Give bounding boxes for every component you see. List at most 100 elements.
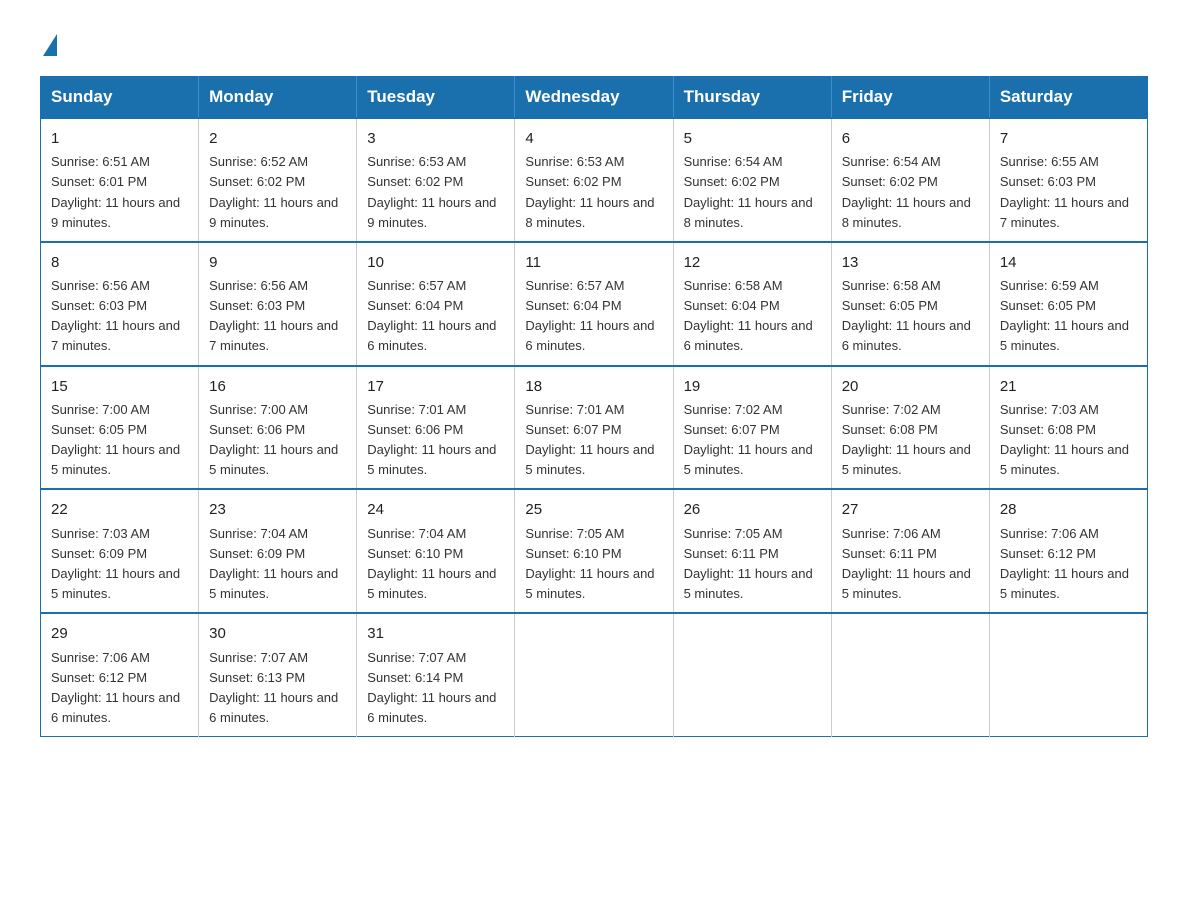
day-number: 17 (367, 375, 504, 398)
calendar-day-cell: 19 Sunrise: 7:02 AMSunset: 6:07 PMDaylig… (673, 366, 831, 490)
day-number: 9 (209, 251, 346, 274)
weekday-header-tuesday: Tuesday (357, 77, 515, 119)
calendar-day-cell: 7 Sunrise: 6:55 AMSunset: 6:03 PMDayligh… (989, 118, 1147, 242)
day-info: Sunrise: 7:07 AMSunset: 6:13 PMDaylight:… (209, 648, 346, 729)
calendar-day-cell (515, 613, 673, 736)
calendar-day-cell: 20 Sunrise: 7:02 AMSunset: 6:08 PMDaylig… (831, 366, 989, 490)
calendar-day-cell: 9 Sunrise: 6:56 AMSunset: 6:03 PMDayligh… (199, 242, 357, 366)
calendar-day-cell: 12 Sunrise: 6:58 AMSunset: 6:04 PMDaylig… (673, 242, 831, 366)
day-info: Sunrise: 6:55 AMSunset: 6:03 PMDaylight:… (1000, 152, 1137, 233)
day-number: 4 (525, 127, 662, 150)
calendar-day-cell: 13 Sunrise: 6:58 AMSunset: 6:05 PMDaylig… (831, 242, 989, 366)
calendar-day-cell: 5 Sunrise: 6:54 AMSunset: 6:02 PMDayligh… (673, 118, 831, 242)
day-number: 15 (51, 375, 188, 398)
calendar-day-cell: 22 Sunrise: 7:03 AMSunset: 6:09 PMDaylig… (41, 489, 199, 613)
day-info: Sunrise: 7:01 AMSunset: 6:07 PMDaylight:… (525, 400, 662, 481)
calendar-day-cell: 29 Sunrise: 7:06 AMSunset: 6:12 PMDaylig… (41, 613, 199, 736)
day-number: 3 (367, 127, 504, 150)
calendar-day-cell: 26 Sunrise: 7:05 AMSunset: 6:11 PMDaylig… (673, 489, 831, 613)
day-number: 25 (525, 498, 662, 521)
day-number: 2 (209, 127, 346, 150)
day-number: 30 (209, 622, 346, 645)
day-info: Sunrise: 6:58 AMSunset: 6:05 PMDaylight:… (842, 276, 979, 357)
calendar-day-cell: 18 Sunrise: 7:01 AMSunset: 6:07 PMDaylig… (515, 366, 673, 490)
day-number: 13 (842, 251, 979, 274)
day-number: 31 (367, 622, 504, 645)
calendar-day-cell: 3 Sunrise: 6:53 AMSunset: 6:02 PMDayligh… (357, 118, 515, 242)
calendar-day-cell (673, 613, 831, 736)
calendar-table: SundayMondayTuesdayWednesdayThursdayFrid… (40, 76, 1148, 737)
day-number: 22 (51, 498, 188, 521)
calendar-week-row: 8 Sunrise: 6:56 AMSunset: 6:03 PMDayligh… (41, 242, 1148, 366)
day-info: Sunrise: 7:03 AMSunset: 6:08 PMDaylight:… (1000, 400, 1137, 481)
day-info: Sunrise: 7:06 AMSunset: 6:12 PMDaylight:… (51, 648, 188, 729)
page-header (40, 30, 1148, 56)
day-info: Sunrise: 7:06 AMSunset: 6:11 PMDaylight:… (842, 524, 979, 605)
day-info: Sunrise: 7:02 AMSunset: 6:07 PMDaylight:… (684, 400, 821, 481)
logo (40, 30, 57, 56)
day-info: Sunrise: 7:04 AMSunset: 6:10 PMDaylight:… (367, 524, 504, 605)
calendar-week-row: 29 Sunrise: 7:06 AMSunset: 6:12 PMDaylig… (41, 613, 1148, 736)
calendar-day-cell: 6 Sunrise: 6:54 AMSunset: 6:02 PMDayligh… (831, 118, 989, 242)
calendar-day-cell: 17 Sunrise: 7:01 AMSunset: 6:06 PMDaylig… (357, 366, 515, 490)
day-info: Sunrise: 7:05 AMSunset: 6:10 PMDaylight:… (525, 524, 662, 605)
day-info: Sunrise: 6:51 AMSunset: 6:01 PMDaylight:… (51, 152, 188, 233)
day-info: Sunrise: 6:56 AMSunset: 6:03 PMDaylight:… (51, 276, 188, 357)
weekday-header-saturday: Saturday (989, 77, 1147, 119)
calendar-day-cell: 2 Sunrise: 6:52 AMSunset: 6:02 PMDayligh… (199, 118, 357, 242)
day-number: 21 (1000, 375, 1137, 398)
day-number: 11 (525, 251, 662, 274)
weekday-header-monday: Monday (199, 77, 357, 119)
day-info: Sunrise: 6:57 AMSunset: 6:04 PMDaylight:… (367, 276, 504, 357)
weekday-header-row: SundayMondayTuesdayWednesdayThursdayFrid… (41, 77, 1148, 119)
day-info: Sunrise: 7:07 AMSunset: 6:14 PMDaylight:… (367, 648, 504, 729)
weekday-header-sunday: Sunday (41, 77, 199, 119)
day-info: Sunrise: 6:52 AMSunset: 6:02 PMDaylight:… (209, 152, 346, 233)
day-number: 7 (1000, 127, 1137, 150)
day-number: 29 (51, 622, 188, 645)
weekday-header-thursday: Thursday (673, 77, 831, 119)
calendar-day-cell: 16 Sunrise: 7:00 AMSunset: 6:06 PMDaylig… (199, 366, 357, 490)
logo-triangle-icon (43, 34, 57, 56)
day-info: Sunrise: 7:01 AMSunset: 6:06 PMDaylight:… (367, 400, 504, 481)
calendar-day-cell: 28 Sunrise: 7:06 AMSunset: 6:12 PMDaylig… (989, 489, 1147, 613)
day-info: Sunrise: 6:59 AMSunset: 6:05 PMDaylight:… (1000, 276, 1137, 357)
calendar-day-cell: 8 Sunrise: 6:56 AMSunset: 6:03 PMDayligh… (41, 242, 199, 366)
calendar-day-cell: 11 Sunrise: 6:57 AMSunset: 6:04 PMDaylig… (515, 242, 673, 366)
day-number: 1 (51, 127, 188, 150)
day-number: 16 (209, 375, 346, 398)
day-number: 10 (367, 251, 504, 274)
day-info: Sunrise: 6:54 AMSunset: 6:02 PMDaylight:… (842, 152, 979, 233)
day-number: 18 (525, 375, 662, 398)
calendar-day-cell (989, 613, 1147, 736)
calendar-week-row: 15 Sunrise: 7:00 AMSunset: 6:05 PMDaylig… (41, 366, 1148, 490)
calendar-day-cell: 31 Sunrise: 7:07 AMSunset: 6:14 PMDaylig… (357, 613, 515, 736)
calendar-day-cell: 10 Sunrise: 6:57 AMSunset: 6:04 PMDaylig… (357, 242, 515, 366)
calendar-day-cell: 27 Sunrise: 7:06 AMSunset: 6:11 PMDaylig… (831, 489, 989, 613)
day-info: Sunrise: 6:53 AMSunset: 6:02 PMDaylight:… (525, 152, 662, 233)
day-info: Sunrise: 7:02 AMSunset: 6:08 PMDaylight:… (842, 400, 979, 481)
calendar-day-cell (831, 613, 989, 736)
calendar-day-cell: 23 Sunrise: 7:04 AMSunset: 6:09 PMDaylig… (199, 489, 357, 613)
day-number: 23 (209, 498, 346, 521)
day-info: Sunrise: 6:57 AMSunset: 6:04 PMDaylight:… (525, 276, 662, 357)
calendar-day-cell: 30 Sunrise: 7:07 AMSunset: 6:13 PMDaylig… (199, 613, 357, 736)
day-info: Sunrise: 6:54 AMSunset: 6:02 PMDaylight:… (684, 152, 821, 233)
calendar-day-cell: 14 Sunrise: 6:59 AMSunset: 6:05 PMDaylig… (989, 242, 1147, 366)
day-number: 19 (684, 375, 821, 398)
calendar-day-cell: 25 Sunrise: 7:05 AMSunset: 6:10 PMDaylig… (515, 489, 673, 613)
day-number: 5 (684, 127, 821, 150)
calendar-day-cell: 21 Sunrise: 7:03 AMSunset: 6:08 PMDaylig… (989, 366, 1147, 490)
day-number: 12 (684, 251, 821, 274)
calendar-day-cell: 4 Sunrise: 6:53 AMSunset: 6:02 PMDayligh… (515, 118, 673, 242)
day-info: Sunrise: 7:06 AMSunset: 6:12 PMDaylight:… (1000, 524, 1137, 605)
day-info: Sunrise: 7:00 AMSunset: 6:06 PMDaylight:… (209, 400, 346, 481)
calendar-week-row: 22 Sunrise: 7:03 AMSunset: 6:09 PMDaylig… (41, 489, 1148, 613)
day-info: Sunrise: 6:53 AMSunset: 6:02 PMDaylight:… (367, 152, 504, 233)
day-info: Sunrise: 6:58 AMSunset: 6:04 PMDaylight:… (684, 276, 821, 357)
day-number: 27 (842, 498, 979, 521)
day-info: Sunrise: 7:03 AMSunset: 6:09 PMDaylight:… (51, 524, 188, 605)
calendar-day-cell: 1 Sunrise: 6:51 AMSunset: 6:01 PMDayligh… (41, 118, 199, 242)
day-number: 6 (842, 127, 979, 150)
calendar-day-cell: 15 Sunrise: 7:00 AMSunset: 6:05 PMDaylig… (41, 366, 199, 490)
